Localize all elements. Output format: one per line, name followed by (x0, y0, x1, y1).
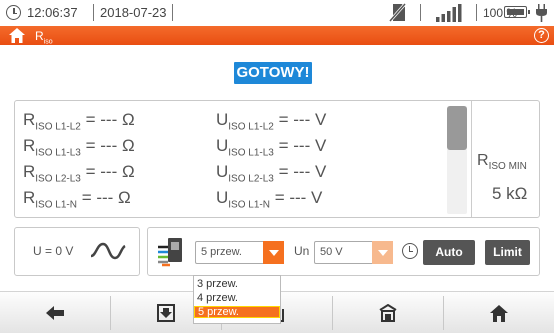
dropdown-option[interactable]: 4 przew. (194, 292, 280, 304)
result-u-l1-l3: UISO L1-L3 = --- V (216, 136, 327, 159)
chevron-down-icon[interactable] (263, 241, 284, 264)
battery-icon (504, 6, 530, 18)
settings-box: 5 przew. Un 50 V Auto Limit (147, 227, 540, 276)
status-divider (476, 4, 477, 21)
sine-wave-icon (90, 242, 126, 260)
rmin-label: RISO MIN (477, 152, 527, 173)
auto-button[interactable]: Auto (423, 240, 475, 265)
result-r-l1-l2: RISO L1-L2 = --- Ω (23, 110, 135, 133)
result-u-l1-n: UISO L1-N = --- V (216, 188, 323, 211)
voltage-box: U = 0 V (14, 227, 140, 276)
help-icon[interactable]: ? (534, 28, 549, 43)
result-r-l1-l3: RISO L1-L3 = --- Ω (23, 136, 135, 159)
scrollbar-thumb[interactable] (447, 106, 467, 150)
un-select[interactable]: 50 V (314, 241, 393, 264)
results-panel: RISO L1-L2 = --- Ω RISO L1-L3 = --- Ω RI… (14, 100, 540, 218)
status-date: 2018-07-23 (100, 5, 167, 20)
title-bar: Riso ? (0, 26, 554, 45)
memory-save-icon (379, 304, 397, 322)
un-select-value: 50 V (320, 246, 343, 258)
status-divider (93, 4, 94, 21)
home-icon[interactable] (9, 28, 25, 43)
results-scrollbar[interactable] (447, 106, 467, 214)
timer-icon (402, 243, 418, 259)
signal-strength-icon (436, 4, 462, 22)
result-r-l1-n: RISO L1-N = --- Ω (23, 188, 131, 211)
limit-button[interactable]: Limit (485, 240, 530, 265)
network-configuration-icon[interactable] (156, 235, 190, 269)
status-time: 12:06:37 (27, 5, 78, 20)
no-sd-card-icon (389, 3, 406, 22)
dropdown-option-selected[interactable]: 5 przew. (194, 306, 280, 318)
wires-dropdown-list: 3 przew. 4 przew. 5 przew. (193, 275, 281, 324)
result-r-l2-l3: RISO L2-L3 = --- Ω (23, 162, 135, 185)
home-button[interactable] (444, 292, 554, 334)
un-label: Un (294, 244, 310, 258)
dropdown-option[interactable]: 3 przew. (194, 278, 280, 290)
status-bar: 12:06:37 2018-07-23 100 % (0, 0, 554, 26)
voltage-readout: U = 0 V (33, 244, 74, 258)
status-divider (420, 4, 421, 21)
divider (471, 101, 472, 217)
plug-icon (536, 4, 547, 22)
rmin-value: 5 kΩ (492, 184, 528, 203)
result-u-l2-l3: UISO L2-L3 = --- V (216, 162, 327, 185)
wires-select-value: 5 przew. (201, 246, 242, 258)
page-title: Riso (35, 29, 53, 46)
status-divider (172, 4, 173, 21)
download-box-icon (157, 304, 175, 322)
memory-save-button[interactable] (333, 292, 443, 334)
home-icon (490, 304, 508, 322)
arrow-left-icon (46, 306, 64, 320)
chevron-down-icon[interactable] (372, 241, 393, 264)
back-button[interactable] (0, 292, 110, 334)
result-u-l1-l2: UISO L1-L2 = --- V (216, 110, 327, 133)
wires-select[interactable]: 5 przew. (195, 241, 284, 264)
status-badge: GOTOWY! (234, 62, 312, 84)
clock-icon (6, 5, 21, 20)
